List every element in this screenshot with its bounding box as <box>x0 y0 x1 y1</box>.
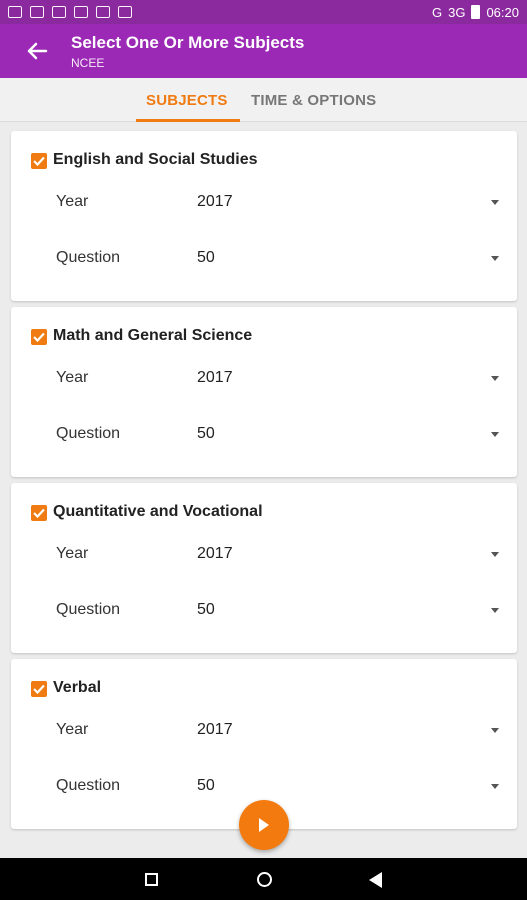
whatsapp-icon <box>30 6 44 18</box>
year-label: Year <box>56 193 89 210</box>
checkmark-icon <box>33 684 45 695</box>
checkmark-icon <box>33 156 45 167</box>
tab-bar: SUBJECTS TIME & OPTIONS <box>0 78 527 122</box>
question-select[interactable]: 50 <box>197 777 215 795</box>
year-select[interactable]: 2017 <box>197 721 233 739</box>
subject-card: Math and General Science Year 2017 Quest… <box>11 307 517 477</box>
sync-icon <box>74 6 88 18</box>
back-nav-icon[interactable] <box>369 872 382 888</box>
status-bar: G 3G 06:20 <box>0 0 527 24</box>
subject-card: Quantitative and Vocational Year 2017 Qu… <box>11 483 517 653</box>
question-label: Question <box>56 601 121 618</box>
question-select[interactable]: 50 <box>197 425 215 443</box>
question-label: Question <box>56 249 121 266</box>
question-select[interactable]: 50 <box>197 249 215 267</box>
carrier-indicator: G <box>431 4 443 20</box>
subject-checkbox[interactable] <box>31 681 47 697</box>
notification-icon <box>8 6 22 18</box>
question-label: Question <box>56 425 121 442</box>
clock: 06:20 <box>486 4 519 20</box>
app-bar: Select One Or More Subjects NCEE <box>0 24 527 78</box>
chevron-down-icon[interactable] <box>491 200 499 205</box>
play-icon <box>259 818 269 832</box>
system-icons: G 3G 06:20 <box>432 5 519 20</box>
page-title: Select One Or More Subjects <box>71 33 305 52</box>
active-tab-indicator <box>136 119 240 122</box>
subject-card: English and Social Studies Year 2017 Que… <box>11 131 517 301</box>
recents-icon[interactable] <box>145 873 158 886</box>
page-subtitle: NCEE <box>71 56 105 70</box>
battery-icon <box>471 5 481 19</box>
start-button[interactable] <box>239 800 289 850</box>
year-select[interactable]: 2017 <box>197 193 233 211</box>
home-icon[interactable] <box>257 872 272 887</box>
back-button[interactable] <box>22 36 52 66</box>
mail-icon <box>52 6 66 18</box>
year-label: Year <box>56 369 89 386</box>
network-type: 3G <box>448 4 466 20</box>
year-label: Year <box>56 545 89 562</box>
chevron-down-icon[interactable] <box>491 552 499 557</box>
subject-name: Quantitative and Vocational <box>53 503 263 520</box>
system-nav-bar <box>0 858 527 900</box>
chevron-down-icon[interactable] <box>491 784 499 789</box>
arrow-left-icon <box>27 42 48 60</box>
subject-checkbox[interactable] <box>31 329 47 345</box>
chevron-down-icon[interactable] <box>491 432 499 437</box>
usb-icon <box>96 6 110 18</box>
android-icon <box>118 6 132 18</box>
year-label: Year <box>56 721 89 738</box>
subject-name: Math and General Science <box>53 327 253 344</box>
chevron-down-icon[interactable] <box>491 376 499 381</box>
subject-name: Verbal <box>53 679 102 696</box>
checkmark-icon <box>33 508 45 519</box>
subject-checkbox[interactable] <box>31 505 47 521</box>
year-select[interactable]: 2017 <box>197 369 233 387</box>
checkmark-icon <box>33 332 45 343</box>
tab-subjects[interactable]: SUBJECTS <box>146 92 228 109</box>
question-select[interactable]: 50 <box>197 601 215 619</box>
subject-name: English and Social Studies <box>53 151 258 168</box>
chevron-down-icon[interactable] <box>491 728 499 733</box>
chevron-down-icon[interactable] <box>491 608 499 613</box>
chevron-down-icon[interactable] <box>491 256 499 261</box>
tab-time-options[interactable]: TIME & OPTIONS <box>251 92 376 109</box>
notification-icons <box>8 6 132 18</box>
year-select[interactable]: 2017 <box>197 545 233 563</box>
subject-checkbox[interactable] <box>31 153 47 169</box>
question-label: Question <box>56 777 121 794</box>
